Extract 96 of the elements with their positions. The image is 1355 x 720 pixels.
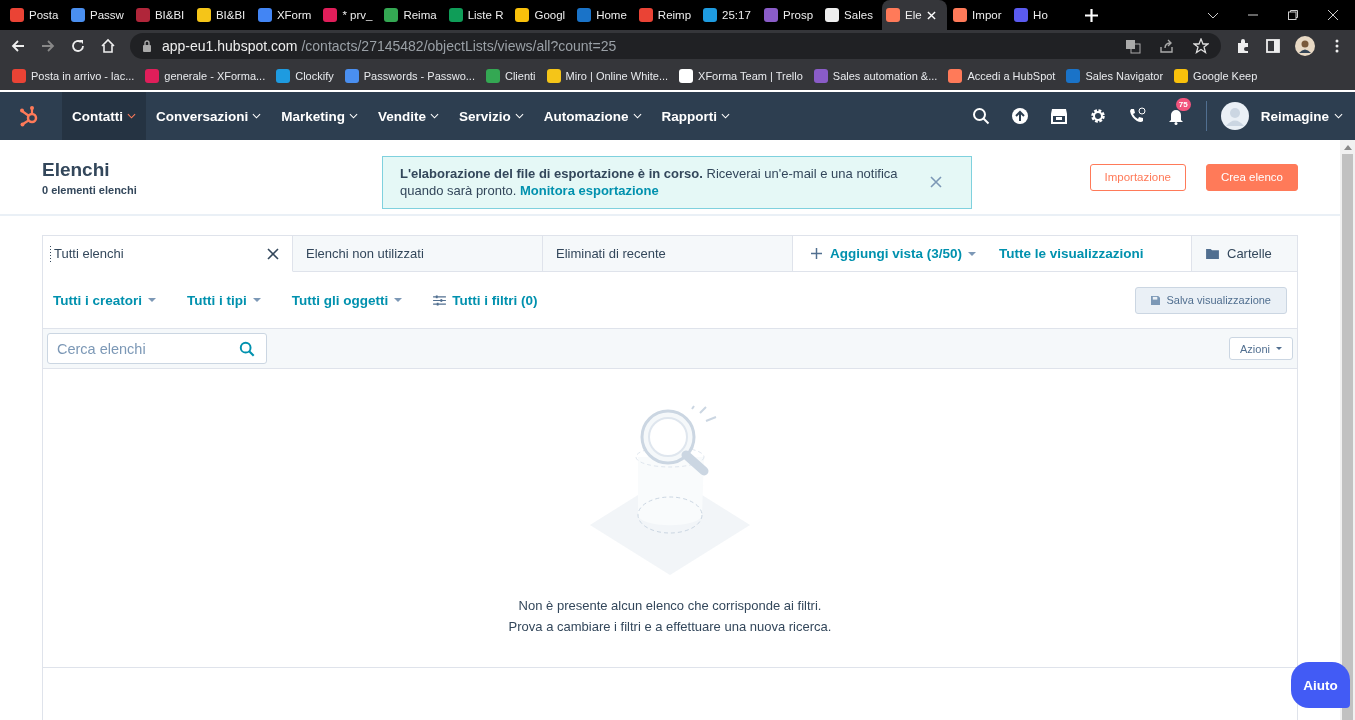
star-icon[interactable] bbox=[1193, 38, 1209, 54]
translate-icon[interactable] bbox=[1125, 38, 1141, 54]
browser-tab[interactable]: * prv_ bbox=[319, 0, 377, 30]
browser-tab[interactable]: Reimp bbox=[634, 0, 696, 30]
bookmark[interactable]: Clockify bbox=[276, 69, 334, 83]
drag-handle-icon[interactable] bbox=[49, 244, 52, 263]
nav-menu-item[interactable]: Automazione bbox=[533, 92, 652, 140]
reload-icon[interactable] bbox=[70, 38, 86, 54]
caret-icon bbox=[148, 298, 156, 302]
browser-tab[interactable]: Prosp bbox=[760, 0, 818, 30]
caret-icon bbox=[252, 298, 261, 302]
bookmark[interactable]: Google Keep bbox=[1174, 69, 1258, 83]
bookmark[interactable]: Accedi a HubSpot bbox=[948, 69, 1056, 83]
chevron-down-icon bbox=[349, 113, 359, 119]
close-icon[interactable] bbox=[267, 247, 279, 260]
chevron-down-icon bbox=[252, 113, 262, 119]
browser-tab[interactable]: Googl bbox=[511, 0, 570, 30]
save-view-button[interactable]: Salva visualizzazione bbox=[1135, 286, 1287, 314]
nav-menu-item[interactable]: Vendite bbox=[368, 92, 450, 140]
plus-icon bbox=[811, 248, 822, 259]
avatar-icon[interactable] bbox=[1295, 36, 1315, 56]
arrow-up-icon[interactable] bbox=[1343, 144, 1352, 150]
phone-icon[interactable] bbox=[1127, 107, 1146, 125]
add-view-button[interactable]: Aggiungi vista (3/50) bbox=[811, 246, 977, 261]
browser-tab[interactable]: Ho bbox=[1010, 0, 1068, 30]
browser-tab[interactable]: XForm bbox=[253, 0, 316, 30]
nav-menu-item[interactable]: Conversazioni bbox=[146, 92, 272, 140]
browser-tab[interactable]: 25:17 bbox=[699, 0, 757, 30]
browser-tab[interactable]: Impor bbox=[949, 0, 1007, 30]
scrollbar[interactable] bbox=[1340, 140, 1355, 720]
chevron-down-icon bbox=[1334, 113, 1343, 119]
filter-dropdown[interactable]: Tutti i tipi bbox=[187, 292, 261, 308]
filter-dropdown[interactable]: Tutti i creatori bbox=[53, 292, 156, 308]
list-count: 0 elementi elenchi bbox=[42, 183, 138, 196]
account-menu[interactable]: Reimagine bbox=[1260, 108, 1343, 124]
search-field[interactable]: Cerca elenchi bbox=[47, 333, 267, 364]
browser-tab[interactable]: Reima bbox=[380, 0, 441, 30]
share-icon[interactable] bbox=[1159, 38, 1175, 54]
upload-icon[interactable] bbox=[1010, 107, 1029, 125]
all-filters-button[interactable]: Tutti i filtri (0) bbox=[433, 292, 538, 308]
bookmark[interactable]: generale - XForma... bbox=[145, 69, 266, 83]
folder-icon bbox=[1206, 248, 1219, 259]
chevron-down-icon bbox=[632, 113, 642, 119]
bookmark[interactable]: Sales automation &... bbox=[813, 69, 938, 83]
address-bar[interactable]: app-eu1.hubspot.com /contacts/27145482/objectLists/views/all?count=25 bbox=[130, 33, 1221, 59]
chevron-down-icon bbox=[514, 113, 524, 119]
view-tab[interactable]: Eliminati di recente bbox=[543, 236, 793, 272]
avatar-icon[interactable] bbox=[1220, 102, 1249, 130]
browser-tab[interactable]: Passw bbox=[67, 0, 128, 30]
settings-icon[interactable] bbox=[1088, 107, 1107, 125]
puzzle-icon[interactable] bbox=[1235, 38, 1251, 54]
bookmark[interactable]: Posta in arrivo - lac... bbox=[12, 69, 135, 83]
browser-tab[interactable]: BI&BI bbox=[192, 0, 250, 30]
nav-menu-item[interactable]: Rapporti bbox=[651, 92, 741, 140]
browser-tab[interactable]: Home bbox=[573, 0, 631, 30]
bookmark[interactable]: Clienti bbox=[486, 69, 536, 83]
home-icon[interactable] bbox=[100, 38, 116, 54]
bookmark[interactable]: Passwords - Passwo... bbox=[344, 69, 475, 83]
chevron-down-icon bbox=[721, 113, 731, 119]
bookmark[interactable]: Sales Navigator bbox=[1066, 69, 1164, 83]
forward-icon[interactable] bbox=[40, 38, 56, 54]
all-views-link[interactable]: Tutte le visualizzazioni bbox=[999, 246, 1144, 261]
browser-tab[interactable]: BI&BI bbox=[131, 0, 189, 30]
page-title: Elenchi bbox=[42, 158, 111, 181]
browser-tab[interactable]: Ele bbox=[882, 0, 948, 30]
browser-tab[interactable]: Liste R bbox=[444, 0, 508, 30]
caret-icon bbox=[1276, 347, 1282, 350]
search-icon[interactable] bbox=[971, 107, 990, 125]
help-button[interactable]: Aiuto bbox=[1291, 662, 1350, 708]
chevron-down-icon bbox=[430, 113, 440, 119]
caret-icon bbox=[394, 298, 403, 302]
bookmark[interactable]: XForma Team | Trello bbox=[679, 69, 803, 83]
caret-icon bbox=[968, 251, 977, 256]
nav-menu-item[interactable]: Servizio bbox=[449, 92, 534, 140]
actions-dropdown[interactable]: Azioni bbox=[1229, 337, 1293, 360]
nav-menu-item[interactable]: Marketing bbox=[271, 92, 369, 140]
browser-tab[interactable]: Posta bbox=[6, 0, 63, 30]
sidebar-icon[interactable] bbox=[1265, 38, 1281, 54]
view-tab[interactable]: Elenchi non utilizzati bbox=[293, 236, 543, 272]
filter-dropdown[interactable]: Tutti gli oggetti bbox=[291, 292, 403, 308]
nav-menu-item[interactable]: Contatti bbox=[62, 92, 146, 140]
plus-icon[interactable] bbox=[1085, 8, 1099, 22]
sliders-icon bbox=[433, 294, 447, 306]
notification-badge: 75 bbox=[1175, 98, 1191, 111]
bookmark[interactable]: Miro | Online White... bbox=[546, 69, 669, 83]
alert-message: L'elaborazione del file di esportazione è in corso. Riceverai un'e-mail e una notifica quando sarà pronto. Monitora esportazione bbox=[400, 165, 899, 199]
browser-tab[interactable]: Sales bbox=[821, 0, 879, 30]
restore-icon[interactable] bbox=[1287, 9, 1299, 21]
store-icon[interactable] bbox=[1049, 107, 1068, 125]
view-tab[interactable]: Tutti elenchi bbox=[43, 236, 293, 272]
lock-icon bbox=[142, 40, 152, 52]
empty-state-message: Non è presente alcun elenco che corrisponde ai filtri. bbox=[518, 597, 822, 615]
back-icon[interactable] bbox=[10, 38, 26, 54]
empty-state-hint: Prova a cambiare i filtri e a effettuare una nuova ricerca. bbox=[508, 618, 832, 636]
chevron-down-icon bbox=[127, 113, 136, 119]
folders-button[interactable]: Cartelle bbox=[1191, 236, 1297, 272]
